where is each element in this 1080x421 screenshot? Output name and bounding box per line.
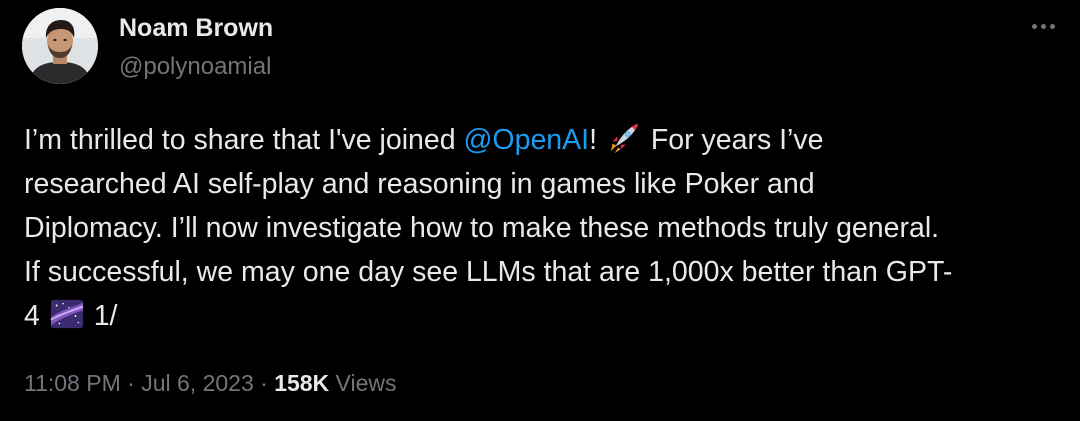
- tweet-line-2: researched AI self-play and reasoning in…: [24, 168, 815, 200]
- tweet-card: Noam Brown @polynoamial I’m thrilled to …: [0, 0, 1080, 421]
- author-handle[interactable]: @polynoamial: [119, 53, 271, 81]
- mention-link[interactable]: @OpenAI: [464, 124, 590, 156]
- tweet-date[interactable]: Jul 6, 2023: [141, 370, 254, 396]
- views-label: Views: [329, 370, 397, 396]
- tweet-text-segment: I’m thrilled to share that I've joined: [24, 124, 464, 156]
- more-options-icon[interactable]: [1026, 16, 1062, 36]
- tweet-meta: 11:08 PM · Jul 6, 2023 · 158K Views: [24, 370, 397, 397]
- avatar[interactable]: [22, 8, 98, 84]
- profile-photo-icon: [22, 8, 98, 84]
- tweet-line-3: Diplomacy. I’ll now investigate how to m…: [24, 212, 940, 244]
- meta-separator: ·: [253, 370, 275, 396]
- views-count[interactable]: 158K: [274, 370, 329, 396]
- tweet-line-4: If successful, we may one day see LLMs t…: [24, 256, 953, 288]
- tweet-time[interactable]: 11:08 PM: [24, 370, 121, 396]
- meta-separator: ·: [120, 370, 142, 396]
- tweet-line-5: 4 1/: [24, 294, 1064, 338]
- tweet-line-1: I’m thrilled to share that I've joined @…: [24, 118, 1064, 162]
- rocket-emoji-icon: [610, 123, 639, 154]
- tweet-text-segment: 1/: [85, 300, 118, 332]
- tweet-text-segment: For years I’ve: [642, 124, 824, 156]
- milky-way-emoji-icon: [50, 299, 84, 329]
- tweet-text-segment: 4: [24, 300, 48, 332]
- author-display-name[interactable]: Noam Brown: [119, 14, 273, 43]
- tweet-text-segment: !: [589, 124, 605, 156]
- tweet-text: I’m thrilled to share that I've joined @…: [24, 118, 1064, 338]
